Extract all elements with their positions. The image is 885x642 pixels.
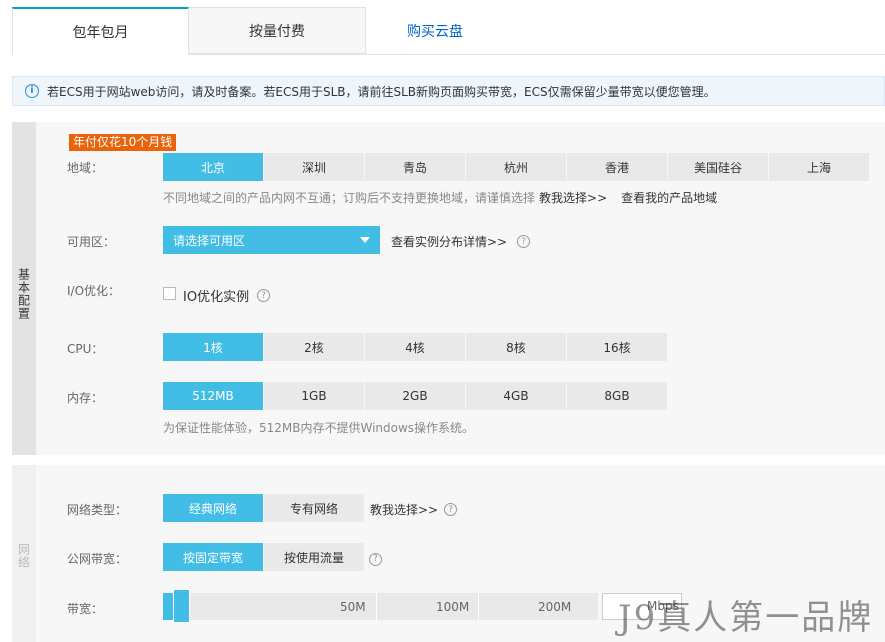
bandwidth-slider-handle[interactable] [173, 589, 190, 623]
zone-detail-row: 查看实例分布详情>> ? [391, 233, 531, 250]
memory-option-8gb[interactable]: 8GB [567, 382, 667, 410]
region-help-link[interactable]: 教我选择>> [539, 189, 607, 206]
io-optimized-checkbox[interactable] [163, 287, 176, 300]
help-icon[interactable]: ? [257, 289, 271, 302]
help-icon[interactable]: ? [444, 503, 458, 516]
cpu-options: 1核 2核 4核 8核 16核 [163, 333, 668, 361]
bandwidth-slider-track[interactable] [163, 593, 598, 620]
io-checkbox-row: IO优化实例 ? [183, 286, 271, 305]
region-option-hangzhou[interactable]: 杭州 [466, 153, 566, 181]
region-label: 地域： [67, 161, 104, 175]
region-option-shenzhen[interactable]: 深圳 [264, 153, 364, 181]
io-checkbox-label: IO优化实例 [183, 290, 250, 305]
cpu-option-2[interactable]: 2核 [264, 333, 364, 361]
region-option-beijing[interactable]: 北京 [163, 153, 263, 181]
network-type-help-row: 教我选择>> ? [370, 501, 458, 518]
notice-text: 若ECS用于网站web访问，请及时备案。若ECS用于SLB，请前往SLB新购页面… [47, 84, 716, 99]
help-icon[interactable]: ? [517, 235, 531, 248]
cpu-option-4[interactable]: 4核 [365, 333, 465, 361]
region-option-shanghai[interactable]: 上海 [769, 153, 869, 181]
region-option-silicon-valley[interactable]: 美国硅谷 [668, 153, 768, 181]
zone-detail-link[interactable]: 查看实例分布详情>> [391, 233, 507, 250]
memory-option-512mb[interactable]: 512MB [163, 382, 263, 410]
basic-config-sidebar: 基本配置 [12, 122, 36, 455]
help-icon[interactable]: ? [369, 552, 382, 566]
slider-tick-label-50m: 50M [340, 600, 366, 614]
region-hint: 不同地域之间的产品内网不互通；订购后不支持更换地域，请谨慎选择 [163, 191, 536, 205]
memory-option-4gb[interactable]: 4GB [466, 382, 566, 410]
cpu-label: CPU： [67, 342, 104, 356]
slider-tick-label-200m: 200M [538, 600, 572, 614]
zone-select-value: 请选择可用区 [173, 233, 246, 248]
basic-config-label: 基本配置 [16, 268, 31, 320]
memory-options: 512MB 1GB 2GB 4GB 8GB [163, 382, 668, 410]
slider-tick [376, 593, 377, 620]
network-type-label: 网络类型： [67, 503, 128, 517]
bandwidth-fixed-option[interactable]: 按固定带宽 [163, 543, 263, 571]
notice-bar: i 若ECS用于网站web访问，请及时备案。若ECS用于SLB，请前往SLB新购… [12, 76, 885, 106]
bandwidth-help-row: ? [369, 550, 382, 566]
region-hint-row: 不同地域之间的产品内网不互通；订购后不支持更换地域，请谨慎选择 教我选择>> 查… [163, 189, 717, 206]
bandwidth-mode-label: 公网带宽： [67, 552, 128, 566]
zone-select[interactable]: 请选择可用区 [163, 226, 380, 254]
network-label: 网络 [16, 543, 31, 569]
my-regions-link[interactable]: 查看我的产品地域 [621, 189, 717, 206]
memory-option-1gb[interactable]: 1GB [264, 382, 364, 410]
cpu-option-1[interactable]: 1核 [163, 333, 263, 361]
memory-hint: 为保证性能体验，512MB内存不提供Windows操作系统。 [163, 421, 475, 435]
bandwidth-mode-options: 按固定带宽 按使用流量 [163, 543, 365, 571]
network-type-vpc[interactable]: 专有网络 [264, 494, 364, 522]
io-label: I/O优化： [67, 284, 121, 298]
memory-option-2gb[interactable]: 2GB [365, 382, 465, 410]
region-options: 北京 深圳 青岛 杭州 香港 美国硅谷 上海 [163, 153, 870, 181]
region-option-qingdao[interactable]: 青岛 [365, 153, 465, 181]
caret-down-icon [360, 237, 370, 243]
promo-badge: 年付仅花10个月钱 [69, 134, 177, 151]
network-type-options: 经典网络 专有网络 [163, 494, 365, 522]
network-help-link[interactable]: 教我选择>> [370, 501, 438, 518]
zone-label: 可用区： [67, 235, 116, 249]
memory-label: 内存： [67, 391, 104, 405]
region-option-hongkong[interactable]: 香港 [567, 153, 667, 181]
cpu-option-8[interactable]: 8核 [466, 333, 566, 361]
network-type-classic[interactable]: 经典网络 [163, 494, 263, 522]
network-sidebar: 网络 [12, 465, 36, 642]
info-icon: i [25, 84, 39, 98]
tab-pay-as-you-go[interactable]: 按量付费 [189, 7, 366, 54]
tab-buy-cloud-disk[interactable]: 购买云盘 [366, 7, 504, 54]
bandwidth-label: 带宽： [67, 602, 104, 616]
tab-subscription[interactable]: 包年包月 [12, 7, 189, 55]
bandwidth-traffic-option[interactable]: 按使用流量 [264, 543, 364, 571]
watermark-text: J9真人第一品牌 [618, 598, 874, 638]
slider-tick-label-100m: 100M [436, 600, 470, 614]
slider-tick [478, 593, 479, 620]
cpu-option-16[interactable]: 16核 [567, 333, 667, 361]
